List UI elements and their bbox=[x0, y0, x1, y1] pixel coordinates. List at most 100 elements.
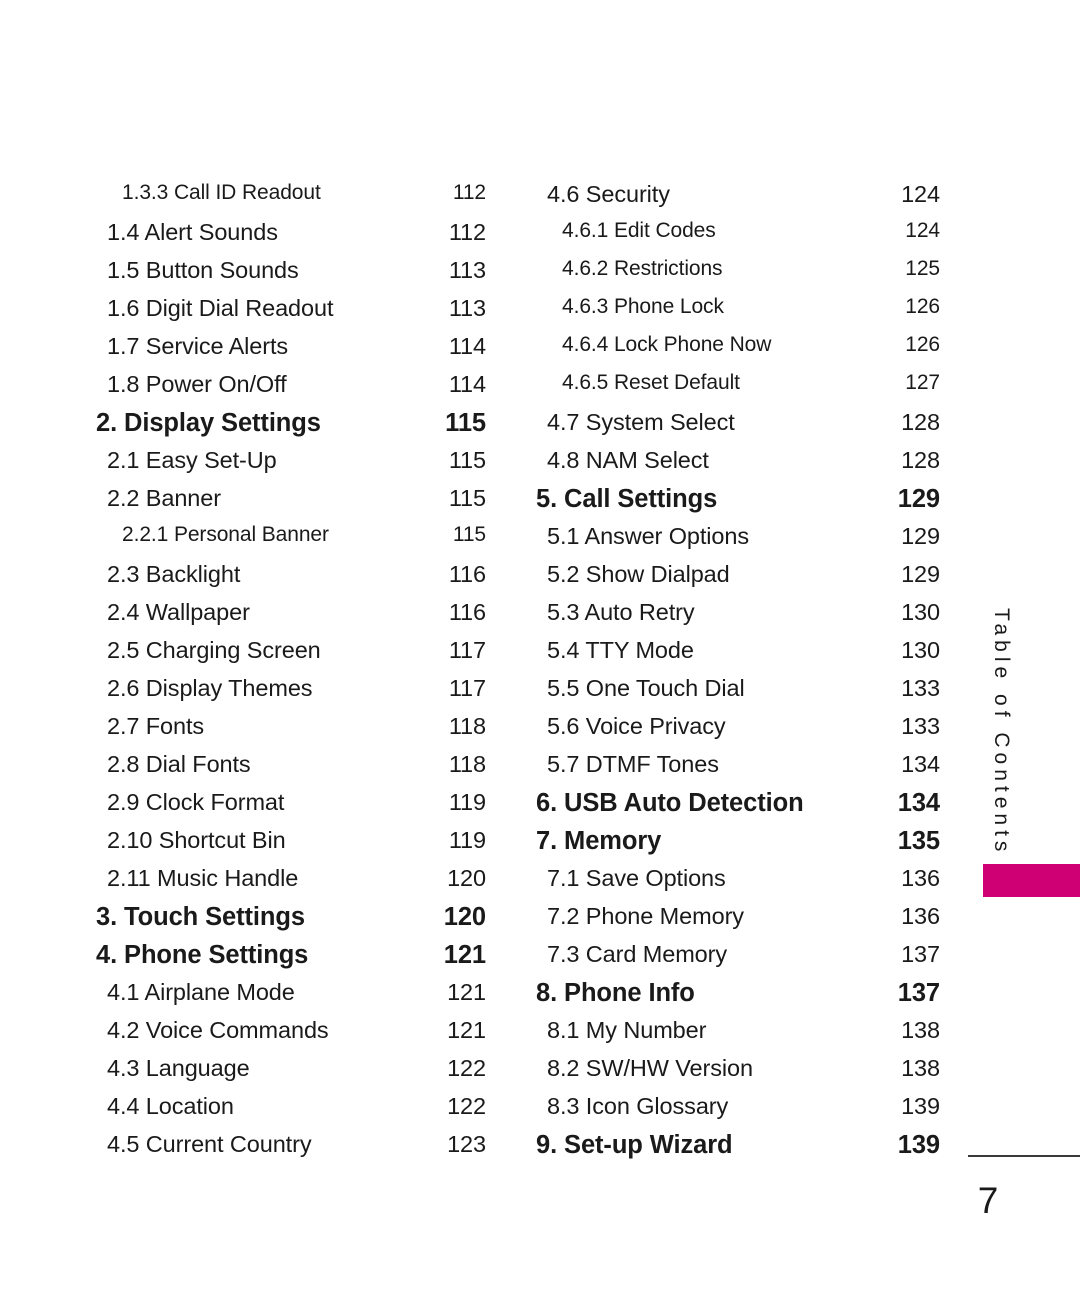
toc-entry[interactable]: 8. Phone Info 137 bbox=[536, 979, 940, 1017]
toc-entry-title: 2.6 Display Themes bbox=[107, 675, 313, 701]
toc-entry[interactable]: 4.6.2 Restrictions 125 bbox=[536, 257, 940, 295]
toc-entry[interactable]: 1.6 Digit Dial Readout 113 bbox=[96, 295, 486, 333]
toc-entry[interactable]: 4.7 System Select 128 bbox=[536, 409, 940, 447]
toc-entry[interactable]: 4.3 Language 122 bbox=[96, 1055, 486, 1093]
toc-entry-title: 5.6 Voice Privacy bbox=[547, 713, 726, 739]
toc-entry-title: 7. Memory bbox=[536, 827, 662, 855]
toc-entry[interactable]: 8.1 My Number 138 bbox=[536, 1017, 940, 1055]
toc-entry[interactable]: 5.2 Show Dialpad 129 bbox=[536, 561, 940, 599]
toc-entry-page-number: 128 bbox=[901, 409, 940, 435]
toc-entry-title: 4.7 System Select bbox=[547, 409, 735, 435]
toc-entry[interactable]: 2.2 Banner 115 bbox=[96, 485, 486, 523]
toc-entry-page-number: 138 bbox=[901, 1055, 940, 1081]
toc-entry-page-number: 115 bbox=[445, 409, 486, 437]
toc-entry[interactable]: 4.5 Current Country 123 bbox=[96, 1131, 486, 1169]
toc-entry-page-number: 117 bbox=[448, 675, 486, 701]
toc-entry-page-number: 121 bbox=[443, 941, 486, 969]
toc-entry[interactable]: 5.5 One Touch Dial 133 bbox=[536, 675, 940, 713]
toc-entry[interactable]: 6. USB Auto Detection 134 bbox=[536, 789, 940, 827]
toc-entry[interactable]: 5.7 DTMF Tones 134 bbox=[536, 751, 940, 789]
page-number: 7 bbox=[977, 1180, 999, 1221]
toc-entry[interactable]: 4.1 Airplane Mode 121 bbox=[96, 979, 486, 1017]
toc-entry[interactable]: 1.5 Button Sounds 113 bbox=[96, 257, 486, 295]
toc-entry[interactable]: 8.2 SW/HW Version 138 bbox=[536, 1055, 940, 1093]
toc-entry[interactable]: 4. Phone Settings 121 bbox=[96, 941, 486, 979]
toc-entry-page-number: 121 bbox=[447, 1017, 486, 1043]
toc-entry-title: 2.11 Music Handle bbox=[107, 865, 299, 891]
toc-entry[interactable]: 4.8 NAM Select 128 bbox=[536, 447, 940, 485]
toc-entry-page-number: 117 bbox=[448, 637, 486, 663]
toc-entry-title: 4.6 Security bbox=[547, 181, 670, 207]
toc-entry-page-number: 112 bbox=[452, 181, 486, 204]
toc-entry[interactable]: 1.4 Alert Sounds 112 bbox=[96, 219, 486, 257]
toc-entry-title: 6. USB Auto Detection bbox=[536, 789, 804, 817]
toc-entry-page-number: 113 bbox=[448, 257, 486, 283]
toc-entry[interactable]: 4.6.3 Phone Lock 126 bbox=[536, 295, 940, 333]
toc-entry[interactable]: 4.6.1 Edit Codes 124 bbox=[536, 219, 940, 257]
toc-entry[interactable]: 2. Display Settings 115 bbox=[96, 409, 486, 447]
toc-entry[interactable]: 9. Set-up Wizard 139 bbox=[536, 1131, 940, 1169]
toc-entry-page-number: 115 bbox=[448, 447, 486, 473]
toc-entry-title: 9. Set-up Wizard bbox=[536, 1131, 733, 1159]
toc-entry-page-number: 129 bbox=[901, 523, 940, 549]
toc-entry[interactable]: 2.6 Display Themes 117 bbox=[96, 675, 486, 713]
toc-entry-page-number: 124 bbox=[901, 181, 940, 207]
toc-entry[interactable]: 4.2 Voice Commands 121 bbox=[96, 1017, 486, 1055]
toc-entry-title: 7.2 Phone Memory bbox=[547, 903, 744, 929]
toc-entry[interactable]: 2.10 Shortcut Bin 119 bbox=[96, 827, 486, 865]
toc-entry[interactable]: 2.2.1 Personal Banner 115 bbox=[96, 523, 486, 561]
toc-entry-title: 5. Call Settings bbox=[536, 485, 718, 513]
toc-entry[interactable]: 2.8 Dial Fonts 118 bbox=[96, 751, 486, 789]
toc-entry-page-number: 112 bbox=[448, 219, 486, 245]
toc-entry[interactable]: 3. Touch Settings 120 bbox=[96, 903, 486, 941]
toc-entry[interactable]: 2.1 Easy Set-Up 115 bbox=[96, 447, 486, 485]
toc-entry[interactable]: 2.7 Fonts 118 bbox=[96, 713, 486, 751]
toc-entry[interactable]: 4.6 Security 124 bbox=[536, 181, 940, 219]
toc-entry-title: 2.8 Dial Fonts bbox=[107, 751, 251, 777]
toc-entry-title: 4.6.4 Lock Phone Now bbox=[562, 333, 772, 356]
toc-entry[interactable]: 4.4 Location 122 bbox=[96, 1093, 486, 1131]
toc-entry-page-number: 122 bbox=[447, 1093, 486, 1119]
toc-entry-title: 2.7 Fonts bbox=[107, 713, 205, 739]
toc-entry-title: 4.4 Location bbox=[107, 1093, 234, 1119]
toc-entry[interactable]: 7.1 Save Options 136 bbox=[536, 865, 940, 903]
toc-entry[interactable]: 2.9 Clock Format 119 bbox=[96, 789, 486, 827]
toc-entry[interactable]: 7. Memory 135 bbox=[536, 827, 940, 865]
toc-entry[interactable]: 2.11 Music Handle 120 bbox=[96, 865, 486, 903]
toc-entry-page-number: 120 bbox=[443, 903, 486, 931]
toc-entry[interactable]: 5.1 Answer Options 129 bbox=[536, 523, 940, 561]
toc-entry-page-number: 123 bbox=[447, 1131, 486, 1157]
toc-entry[interactable]: 2.4 Wallpaper 116 bbox=[96, 599, 486, 637]
toc-entry-page-number: 136 bbox=[901, 865, 940, 891]
toc-entry-title: 2.4 Wallpaper bbox=[107, 599, 250, 625]
toc-entry-page-number: 120 bbox=[447, 865, 486, 891]
toc-entry[interactable]: 5. Call Settings 129 bbox=[536, 485, 940, 523]
toc-entry-page-number: 133 bbox=[901, 675, 940, 701]
toc-entry-title: 8.1 My Number bbox=[547, 1017, 707, 1043]
toc-entry-page-number: 136 bbox=[901, 903, 940, 929]
toc-entry-page-number: 115 bbox=[448, 485, 486, 511]
toc-entry-title: 4.5 Current Country bbox=[107, 1131, 312, 1157]
toc-entry-title: 1.3.3 Call ID Readout bbox=[122, 181, 321, 204]
toc-entry[interactable]: 4.6.4 Lock Phone Now 126 bbox=[536, 333, 940, 371]
toc-entry[interactable]: 7.3 Card Memory 137 bbox=[536, 941, 940, 979]
toc-entry[interactable]: 1.8 Power On/Off 114 bbox=[96, 371, 486, 409]
toc-entry[interactable]: 2.3 Backlight 116 bbox=[96, 561, 486, 599]
toc-entry-page-number: 113 bbox=[448, 295, 486, 321]
toc-entry[interactable]: 2.5 Charging Screen 117 bbox=[96, 637, 486, 675]
toc-entry[interactable]: 4.6.5 Reset Default 127 bbox=[536, 371, 940, 409]
toc-entry[interactable]: 5.6 Voice Privacy 133 bbox=[536, 713, 940, 751]
toc-entry-title: 4.6.3 Phone Lock bbox=[562, 295, 724, 318]
toc-entry-title: 2.3 Backlight bbox=[107, 561, 241, 587]
toc-entry-title: 8.3 Icon Glossary bbox=[547, 1093, 729, 1119]
toc-entry[interactable]: 7.2 Phone Memory 136 bbox=[536, 903, 940, 941]
toc-entry[interactable]: 1.7 Service Alerts 114 bbox=[96, 333, 486, 371]
toc-entry-title: 4.8 NAM Select bbox=[547, 447, 709, 473]
toc-entry-title: 4.3 Language bbox=[107, 1055, 250, 1081]
toc-entry[interactable]: 5.4 TTY Mode 130 bbox=[536, 637, 940, 675]
toc-entry[interactable]: 8.3 Icon Glossary 139 bbox=[536, 1093, 940, 1131]
toc-entry-title: 1.6 Digit Dial Readout bbox=[107, 295, 334, 321]
toc-entry-title: 8. Phone Info bbox=[536, 979, 695, 1007]
toc-entry[interactable]: 5.3 Auto Retry 130 bbox=[536, 599, 940, 637]
toc-entry[interactable]: 1.3.3 Call ID Readout 112 bbox=[96, 181, 486, 219]
